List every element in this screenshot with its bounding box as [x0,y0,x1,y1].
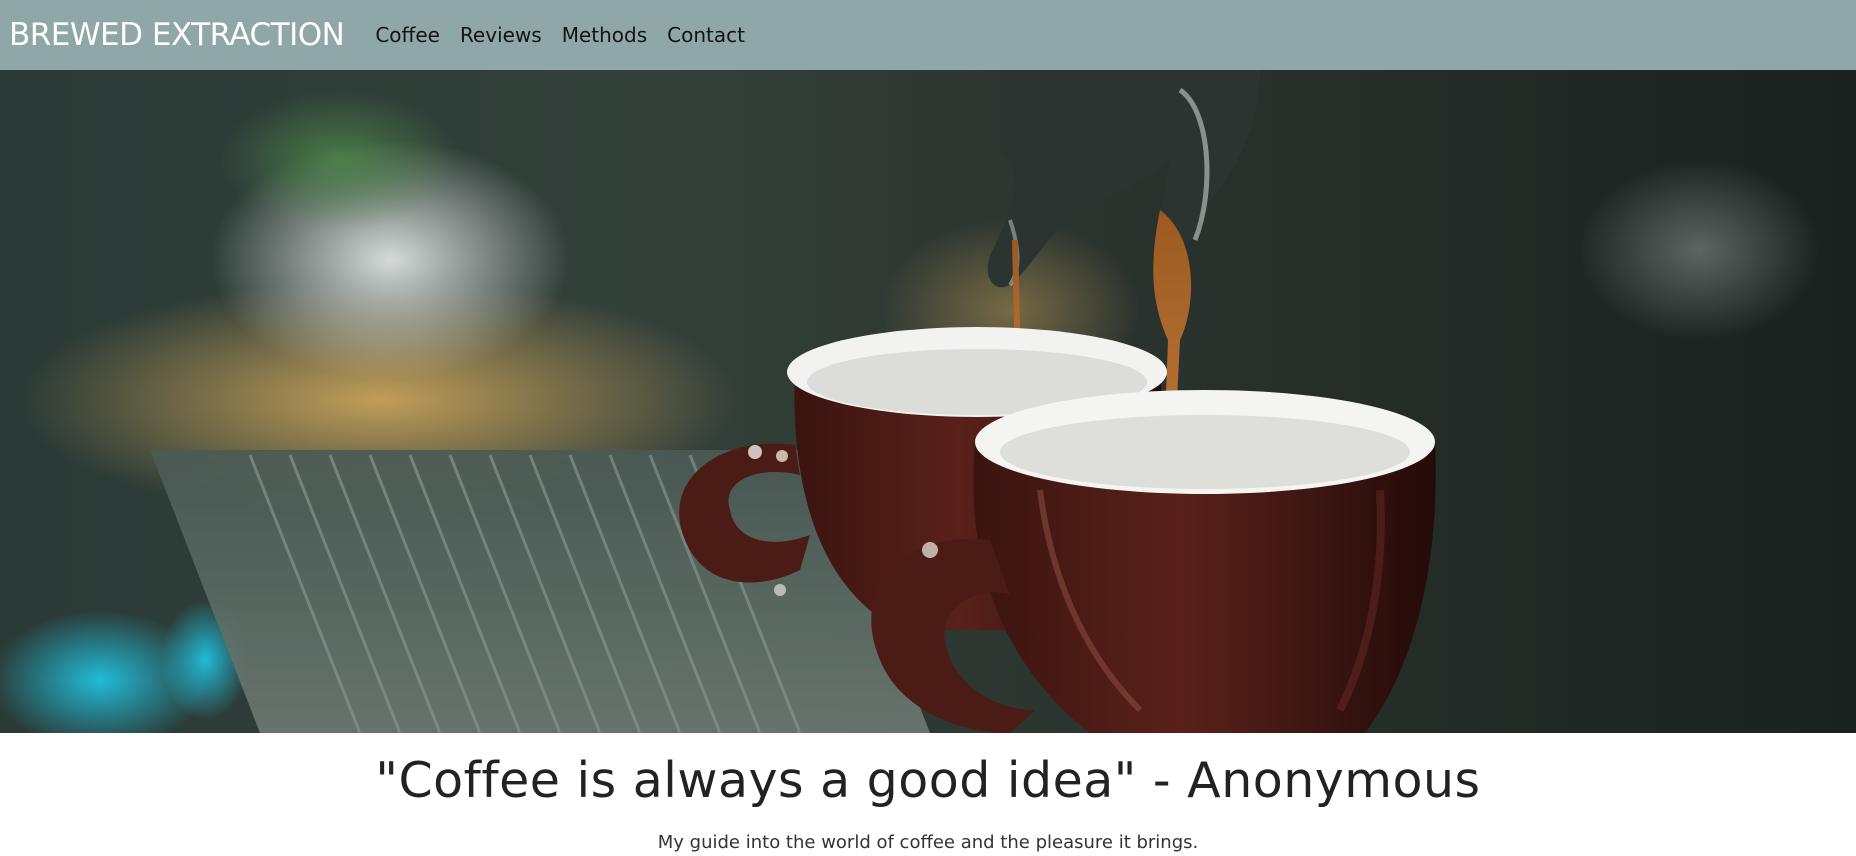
hero-quote: "Coffee is always a good idea" - Anonymo… [375,752,1481,809]
nav-links: Coffee Reviews Methods Contact [365,23,755,47]
top-navbar: BREWED EXTRACTION Coffee Reviews Methods… [0,0,1856,70]
site-brand[interactable]: BREWED EXTRACTION [9,17,345,53]
nav-link-coffee[interactable]: Coffee [365,23,450,47]
site-subtitle: My guide into the world of coffee and th… [657,832,1199,853]
espresso-photo [0,70,1856,733]
nav-link-contact[interactable]: Contact [657,23,755,47]
nav-link-reviews[interactable]: Reviews [450,23,552,47]
hero-image [0,70,1856,733]
nav-link-methods[interactable]: Methods [552,23,657,47]
